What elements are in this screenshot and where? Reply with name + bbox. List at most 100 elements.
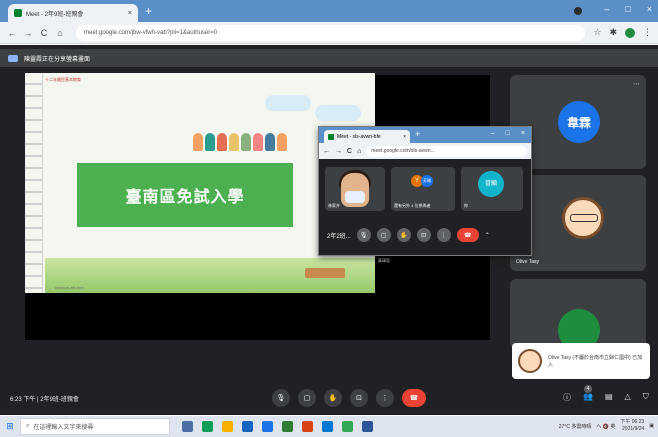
pip-expand-icon[interactable]: ⌃ (485, 232, 490, 239)
info-icon[interactable]: ⓘ (563, 392, 571, 403)
address-bar-actions: ☆ ✱ ⋮ (593, 27, 652, 38)
screen: Meet - 2年9班-班親會 × + – □ × ← → C ⌂ meet.g… (0, 0, 658, 437)
pin-icon[interactable]: ⋯ (633, 80, 640, 88)
meet-bottom-bar: 6:23 下午 | 2年9班-班親會 🎙 ▢ ✋ ⊡ ⋮ ☎ ⓘ 👥 ▤ △ ⛉ (0, 383, 658, 415)
clock[interactable]: 下午 06:23 2021/9/24 (620, 419, 644, 433)
browser-menu-icon[interactable]: ⋮ (643, 27, 652, 38)
present-icon[interactable]: ⊡ (350, 389, 368, 407)
pip-mic-icon[interactable]: 🎙 (356, 228, 371, 242)
cloud-decoration (265, 95, 311, 111)
pip-participant-tile[interactable]: 晉願 你 (461, 167, 523, 211)
more-options-icon[interactable]: ⋮ (376, 389, 394, 407)
home-button[interactable]: ⌂ (54, 28, 66, 38)
forward-button[interactable]: → (22, 28, 34, 38)
pip-new-tab-button[interactable]: + (415, 129, 420, 139)
pip-minimize-button[interactable]: – (491, 130, 495, 137)
pip-participant-avatar: 晉願 (478, 171, 504, 197)
new-tab-button[interactable]: + (145, 4, 152, 18)
tab-close-icon[interactable]: × (128, 10, 132, 17)
profile-avatar[interactable] (625, 27, 635, 38)
word-icon[interactable] (362, 421, 373, 432)
chrome-icon[interactable] (342, 421, 353, 432)
ie-icon[interactable] (322, 421, 333, 432)
pip-forward-button[interactable]: → (335, 148, 342, 155)
extensions-icon[interactable]: ✱ (609, 27, 617, 38)
weather-text[interactable]: 27°C 多雲時晴 (559, 423, 592, 430)
excel-icon[interactable] (282, 421, 293, 432)
participant-avatar-2 (562, 197, 604, 239)
url-field[interactable]: meet.google.com/jbw-vfwh-vab?pli=1&authu… (76, 24, 586, 41)
participant-tile-3[interactable] (510, 279, 646, 349)
file-explorer-icon[interactable] (222, 421, 233, 432)
task-view-icon[interactable] (182, 421, 193, 432)
back-button[interactable]: ← (6, 28, 18, 38)
pip-browser-window[interactable]: Meet - sls-avwn-bfe × + – □ × ← → C ⌂ me… (318, 126, 532, 256)
profile-dot-icon[interactable] (574, 7, 582, 15)
participant-avatar-1: 韋霖 (558, 101, 600, 143)
pip-camera-icon[interactable]: ▢ (376, 228, 391, 242)
pip-raise-hand-icon[interactable]: ✋ (396, 228, 411, 242)
screen-share-banner: 陳靈霞正在分享螢幕畫面 (0, 49, 658, 67)
pip-self-tile[interactable]: 林家卉 (325, 167, 385, 211)
pip-url-field[interactable]: meet.google.com/sls-avwn... (366, 145, 527, 157)
bookmark-star-icon[interactable]: ☆ (593, 27, 601, 38)
browser-tab-strip: Meet - 2年9班-班親會 × + – □ × (0, 0, 658, 22)
address-bar-row: ← → C ⌂ meet.google.com/jbw-vfwh-vab?pli… (0, 22, 658, 44)
slide-title-box: 臺南區免試入學 (77, 163, 293, 227)
pip-tab[interactable]: Meet - sls-avwn-bfe × (324, 130, 410, 143)
clock-date: 2021/9/24 (622, 426, 645, 432)
store-icon[interactable] (242, 421, 253, 432)
tray-icons[interactable]: へ 🔇 英 (596, 423, 615, 430)
pip-tab-strip: Meet - sls-avwn-bfe × + – □ × (319, 127, 531, 143)
mail-icon[interactable] (262, 421, 273, 432)
pip-home-button[interactable]: ⌂ (357, 148, 361, 155)
participant-count-badge: 4 (584, 385, 592, 393)
notification-icon[interactable]: ▣ (649, 423, 654, 429)
taskbar-search-box[interactable]: ⌕ 在這裡輸入文字來搜尋 (20, 418, 170, 435)
pip-close-button[interactable]: × (521, 130, 525, 137)
toast-text: Olive Tasy (不屬於台南市立歸仁國中) 已加入 (548, 355, 643, 368)
end-call-icon[interactable]: ☎ (402, 389, 426, 407)
host-controls-icon[interactable]: ⛉ (643, 392, 649, 403)
clock-time: 下午 06:23 (620, 419, 645, 425)
join-notification[interactable]: Olive Tasy (不屬於台南市立歸仁國中) 已加入 (512, 343, 650, 379)
windows-start-icon[interactable]: ⊞ (0, 416, 20, 437)
taskbar-apps (182, 421, 373, 432)
chat-icon[interactable]: ▤ (605, 392, 613, 403)
outside-caption: 黃瑋容 (378, 258, 390, 263)
slide-header: 十二年國民基本教育 (45, 77, 81, 82)
pip-address-bar: ← → C ⌂ meet.google.com/sls-avwn... (319, 143, 531, 159)
system-tray: 27°C 多雲時晴 へ 🔇 英 下午 06:23 2021/9/24 ▣ (559, 419, 654, 433)
minimize-button[interactable]: – (604, 4, 609, 14)
slide-footer: www.pa-art.com (55, 285, 84, 290)
pip-end-call-icon[interactable]: ☎ (456, 228, 479, 242)
activities-icon[interactable]: △ (625, 392, 631, 403)
raise-hand-icon[interactable]: ✋ (324, 389, 342, 407)
pip-others-tile[interactable]: Y 芳瑜 還有另外 4 位參與者 (391, 167, 455, 211)
pip-meeting-code: 2年2班... (327, 233, 351, 240)
pip-reload-button[interactable]: C (347, 148, 352, 155)
windows-taskbar: ⊞ ⌕ 在這裡輸入文字來搜尋 27°C 多雲時晴 へ 🔇 英 下午 06:23 … (0, 416, 658, 437)
pip-maximize-button[interactable]: □ (506, 130, 510, 137)
participant-initials-1: 韋霖 (566, 115, 591, 130)
meet-favicon-icon (328, 133, 334, 140)
children-illustration (193, 133, 293, 153)
close-window-button[interactable]: × (647, 4, 652, 14)
people-icon[interactable]: 👥 (583, 392, 593, 403)
present-screen-icon (8, 54, 18, 62)
window-controls: – □ × (604, 4, 652, 14)
edge-icon[interactable] (202, 421, 213, 432)
powerpoint-icon[interactable] (302, 421, 313, 432)
pip-back-button[interactable]: ← (323, 148, 330, 155)
pip-tab-title: Meet - sls-avwn-bfe (337, 133, 381, 140)
pip-controls: 2年2班... 🎙 ▢ ✋ ⊡ ⋮ ☎ ⌃ (319, 221, 531, 249)
camera-icon[interactable]: ▢ (298, 389, 316, 407)
mic-icon[interactable]: 🎙 (272, 389, 290, 407)
maximize-button[interactable]: □ (625, 4, 630, 14)
pip-tab-close-icon[interactable]: × (403, 134, 406, 140)
pip-present-icon[interactable]: ⊡ (416, 228, 431, 242)
call-controls: 🎙 ▢ ✋ ⊡ ⋮ ☎ (272, 389, 426, 407)
pip-more-icon[interactable]: ⋮ (436, 228, 451, 242)
reload-button[interactable]: C (38, 28, 50, 38)
browser-tab-meet[interactable]: Meet - 2年9班-班親會 × (8, 4, 138, 22)
